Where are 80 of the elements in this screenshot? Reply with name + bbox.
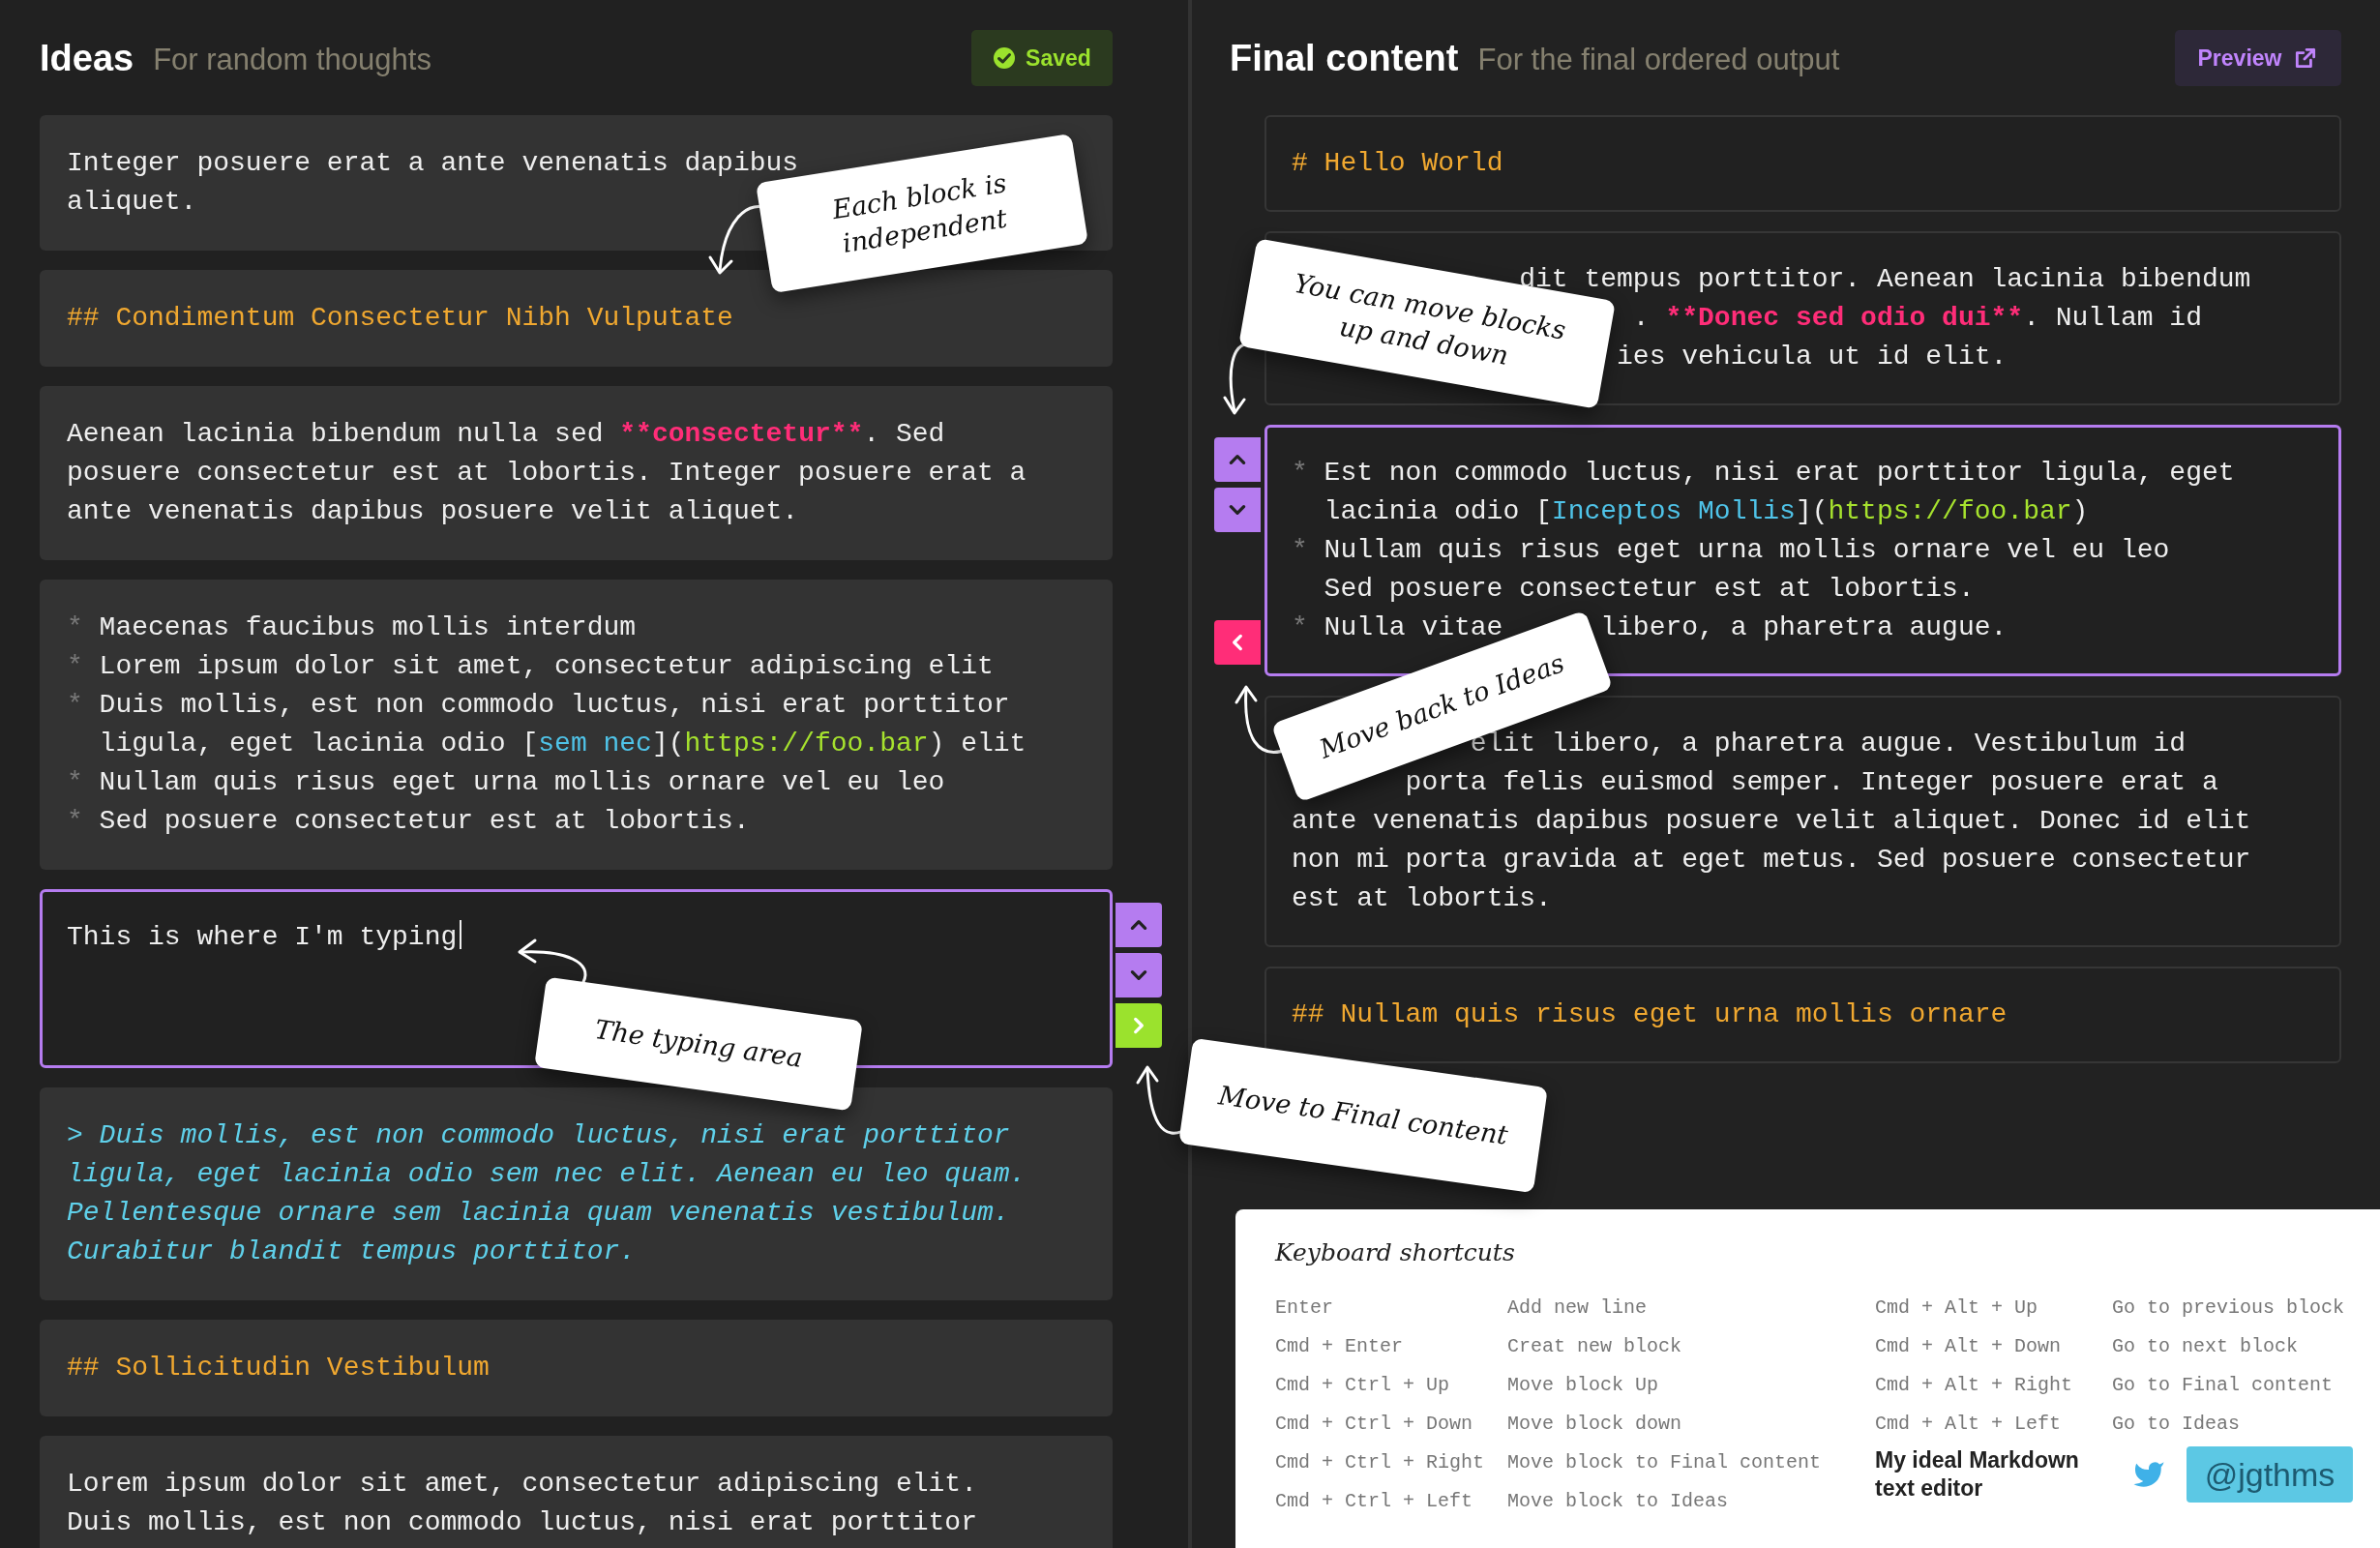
shortcut-keys: Cmd + Alt + Left xyxy=(1875,1412,2112,1435)
shortcut-keys: Cmd + Alt + Right xyxy=(1875,1373,2112,1396)
markdown-line: ligula, eget lacinia odio sem nec elit. Aenean eu leo quam. xyxy=(67,1158,1026,1191)
markdown-line: > Duis mollis, est non commodo luctus, nisi erat porttitor xyxy=(67,1119,1010,1152)
curved-arrow xyxy=(518,938,587,984)
shortcut-action: Move block down xyxy=(1507,1412,1683,1435)
markdown-line: Nullam quis risus eget urna mollis ornare vel eu leo xyxy=(1324,534,2170,567)
heading-block[interactable]: # Hello World xyxy=(1264,115,2341,212)
markdown-line: # Hello World xyxy=(1292,147,1503,180)
move-down-button[interactable] xyxy=(1214,488,1261,532)
markdown-line: . **Donec sed odio dui**. Nullam id xyxy=(1632,302,2202,335)
markdown-line: ## Sollicitudin Vestibulum xyxy=(67,1352,490,1384)
markdown-line: Sed posuere consectetur est at lobortis. xyxy=(1324,573,1975,606)
markdown-line: Duis mollis, est non commodo luctus, nisi erat porttitor xyxy=(99,689,1010,722)
markdown-line: Maecenas faucibus mollis interdum xyxy=(99,611,637,644)
shortcut-action: Go to Final content xyxy=(2112,1373,2335,1396)
markdown-line: Pellentesque ornare sem lacinia quam venenatis vestibulum. xyxy=(67,1197,1010,1230)
saved-label: Saved xyxy=(1026,45,1091,72)
markdown-line: Curabitur blandit tempus porttitor. xyxy=(67,1235,637,1268)
heading-block[interactable]: ## Nullam quis risus eget urna mollis ornare xyxy=(1264,967,2341,1063)
markdown-line: Sed posuere consectetur est at lobortis. xyxy=(99,805,750,838)
panel-subtitle: For the final ordered output xyxy=(1477,43,1840,77)
markdown-line: Aenean lacinia bibendum nulla sed **consectetur**. Sed xyxy=(67,418,945,451)
panel-title: Final content xyxy=(1230,37,1459,79)
markdown-line: Nullam quis risus eget urna mollis ornare vel eu leo xyxy=(99,766,945,799)
shortcut-action: Go to previous block xyxy=(2112,1295,2346,1319)
markdown-line: ## Nullam quis risus eget urna mollis ornare xyxy=(1292,998,2008,1031)
move-left-button[interactable] xyxy=(1214,620,1261,665)
list-bullet: * xyxy=(67,766,84,799)
paragraph-block[interactable]: Lorem ipsum dolor sit amet, consectetur adipiscing elit. Duis mollis, est non commodo luctus, nisi erat porttitor xyxy=(40,1436,1113,1548)
markdown-line: Lorem ipsum dolor sit amet, consectetur adipiscing elit xyxy=(99,650,994,683)
markdown-line: lacinia odio [Inceptos Mollis](https://foo.bar) xyxy=(1324,495,2089,528)
markdown-line: Lorem ipsum dolor sit amet, consectetur adipiscing elit. xyxy=(67,1468,977,1501)
shortcut-action: Move block Up xyxy=(1507,1373,1660,1396)
move-down-button[interactable] xyxy=(1116,953,1162,997)
shortcut-action: Creat new block xyxy=(1507,1334,1683,1357)
list-bullet: * xyxy=(67,650,84,683)
list-bullet: * xyxy=(67,689,84,722)
list-bullet: * xyxy=(67,611,84,644)
paragraph-block[interactable]: Aenean lacinia bibendum nulla sed **consectetur**. Sed posuere consectetur est at lobortis. Integer posuere erat a ante venenatis dapibus posuere velit aliquet. xyxy=(40,386,1113,560)
markdown-line: ## Condimentum Consectetur Nibh Vulputate xyxy=(67,302,733,335)
list-bullet: * xyxy=(67,805,84,838)
shortcut-keys: Cmd + Ctrl + Up xyxy=(1275,1373,1507,1396)
list-bullet: * xyxy=(1292,457,1309,490)
markdown-line: ligula, eget lacinia odio [sem nec](https://foo.bar) elit xyxy=(99,728,1026,760)
markdown-line: aliquet. xyxy=(67,186,197,219)
check-circle-icon xyxy=(993,46,1017,70)
shortcut-action: Move block to Final content xyxy=(1507,1450,1823,1474)
list-bullet: * xyxy=(1292,534,1309,567)
heading-block[interactable]: ## Condimentum Consectetur Nibh Vulputate xyxy=(40,270,1113,367)
handle-button[interactable]: @jgthms xyxy=(2187,1446,2353,1503)
markdown-line: est at lobortis. xyxy=(1292,882,1552,915)
shortcut-keys: Cmd + Ctrl + Left xyxy=(1275,1489,1507,1512)
move-up-button[interactable] xyxy=(1214,437,1261,482)
shortcut-keys: Cmd + Alt + Up xyxy=(1875,1295,2112,1319)
list-bullet: * xyxy=(1292,611,1309,644)
markdown-line: Est non commodo luctus, nisi erat porttitor ligula, eget xyxy=(1324,457,2235,490)
tagline-text: My ideal Markdown text editor xyxy=(1875,1446,2080,1503)
quote-block[interactable] xyxy=(40,1087,1113,1300)
markdown-line: ante venenatis dapibus posuere velit aliquet. Donec id elit xyxy=(1292,805,2251,838)
move-up-button[interactable] xyxy=(1116,903,1162,947)
shortcut-action: Move block to Ideas xyxy=(1507,1489,1730,1512)
markdown-line: non mi porta gravida at eget metus. Sed posuere consectetur xyxy=(1292,844,2251,877)
panel-subtitle: For random thoughts xyxy=(153,43,431,77)
shortcut-keys: Cmd + Ctrl + Right xyxy=(1275,1450,1507,1474)
markdown-line: ante venenatis dapibus posuere velit aliquet. xyxy=(67,495,799,528)
shortcut-action: Go to Ideas xyxy=(2112,1412,2242,1435)
shortcut-action: Go to next block xyxy=(2112,1334,2300,1357)
markdown-line: Duis mollis, est non commodo luctus, nisi erat porttitor xyxy=(67,1506,977,1539)
shortcut-keys: Enter xyxy=(1275,1295,1507,1319)
shortcut-keys: Cmd + Ctrl + Down xyxy=(1275,1412,1507,1435)
shortcut-keys: Cmd + Alt + Down xyxy=(1875,1334,2112,1357)
heading-block[interactable]: ## Sollicitudin Vestibulum xyxy=(40,1320,1113,1416)
shortcut-keys: Cmd + Enter xyxy=(1275,1334,1507,1357)
preview-button[interactable]: Preview xyxy=(2175,30,2341,86)
shortcut-action: Add new line xyxy=(1507,1295,1649,1319)
markdown-line: posuere consectetur est at lobortis. Integer posuere erat a xyxy=(67,457,1026,490)
panel-heading: Keyboard shortcuts xyxy=(1275,1238,1516,1266)
markdown-line: ies vehicula ut id elit. xyxy=(1617,341,2008,373)
panel-title: Ideas xyxy=(40,37,134,79)
